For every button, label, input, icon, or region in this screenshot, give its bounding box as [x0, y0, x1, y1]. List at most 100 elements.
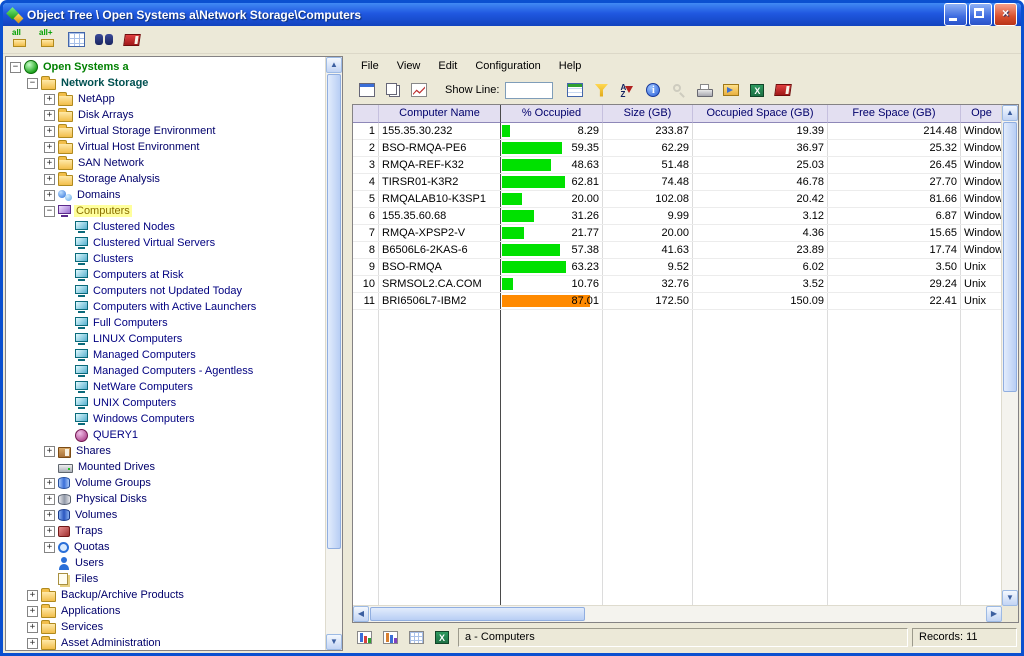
- table-row[interactable]: 9BSO-RMQA63.239.526.023.50Unix: [353, 259, 1002, 276]
- tree-item-services[interactable]: +Services: [6, 619, 326, 635]
- tree-item-windows-computers[interactable]: Windows Computers: [6, 411, 326, 427]
- expand-icon[interactable]: +: [27, 590, 38, 601]
- chart-view-2-button[interactable]: [378, 626, 402, 648]
- table-row[interactable]: 11BRI6506L7-IBM287.01172.50150.0922.41Un…: [353, 293, 1002, 310]
- table-row[interactable]: 8B6506L6-2KAS-657.3841.6323.8917.74Windo…: [353, 242, 1002, 259]
- table-hscroll-thumb[interactable]: [370, 607, 585, 621]
- tree-item-virtual-host-environment[interactable]: +Virtual Host Environment: [6, 139, 326, 155]
- row-number-header[interactable]: [353, 105, 379, 123]
- tree-item-backup-archive-products[interactable]: +Backup/Archive Products: [6, 587, 326, 603]
- tree-item-asset-administration[interactable]: +Asset Administration: [6, 635, 326, 650]
- table-horizontal-scrollbar[interactable]: ◀ ▶: [353, 605, 1002, 622]
- collapse-icon[interactable]: −: [44, 206, 55, 217]
- table-row[interactable]: 3RMQA-REF-K3248.6351.4825.0326.45Windows: [353, 157, 1002, 174]
- zoom-button[interactable]: [667, 79, 691, 101]
- tree-item-shares[interactable]: +Shares: [6, 443, 326, 459]
- table-view-button[interactable]: [64, 29, 88, 51]
- table-row[interactable]: 6155.35.60.6831.269.993.126.87Windows: [353, 208, 1002, 225]
- show-line-input[interactable]: [505, 82, 553, 99]
- maximize-button[interactable]: [969, 3, 992, 26]
- scroll-down-button[interactable]: ▼: [1002, 590, 1018, 606]
- tree-item-users[interactable]: Users: [6, 555, 326, 571]
- excel-view-button[interactable]: [430, 626, 454, 648]
- collapse-icon[interactable]: −: [27, 78, 38, 89]
- tree-item-linux-computers[interactable]: LINUX Computers: [6, 331, 326, 347]
- tree-item-volumes[interactable]: +Volumes: [6, 507, 326, 523]
- column-header-occupied[interactable]: % Occupied: [501, 105, 603, 123]
- tree-item-netware-computers[interactable]: NetWare Computers: [6, 379, 326, 395]
- tree-item-managed-computers[interactable]: Managed Computers: [6, 347, 326, 363]
- tree-item-mounted-drives[interactable]: Mounted Drives: [6, 459, 326, 475]
- excel-export-button[interactable]: [745, 79, 769, 101]
- tree-scroll-thumb[interactable]: [327, 74, 341, 549]
- chart-button[interactable]: [407, 79, 431, 101]
- tree-item-network-storage[interactable]: −Network Storage: [6, 75, 326, 91]
- print-button[interactable]: [693, 79, 717, 101]
- tree-item-clustered-nodes[interactable]: Clustered Nodes: [6, 219, 326, 235]
- tree-item-query1[interactable]: QUERY1: [6, 427, 326, 443]
- tree-item-unix-computers[interactable]: UNIX Computers: [6, 395, 326, 411]
- table-row[interactable]: 5RMQALAB10-K3SP120.00102.0820.4281.66Win…: [353, 191, 1002, 208]
- expand-icon[interactable]: +: [44, 478, 55, 489]
- tree-item-computers-at-risk[interactable]: Computers at Risk: [6, 267, 326, 283]
- menu-configuration[interactable]: Configuration: [466, 58, 549, 74]
- grid-report-button[interactable]: [563, 79, 587, 101]
- table-row[interactable]: 7RMQA-XPSP2-V21.7720.004.3615.65Windows: [353, 225, 1002, 242]
- table-scroll-thumb[interactable]: [1003, 122, 1017, 392]
- tree-item-storage-analysis[interactable]: +Storage Analysis: [6, 171, 326, 187]
- expand-icon[interactable]: +: [27, 606, 38, 617]
- expand-icon[interactable]: +: [44, 110, 55, 121]
- table-row[interactable]: 2BSO-RMQA-PE659.3562.2936.9725.32Windows: [353, 140, 1002, 157]
- filter-button[interactable]: [589, 79, 613, 101]
- sort-button[interactable]: [615, 79, 639, 101]
- expand-icon[interactable]: +: [44, 94, 55, 105]
- report-button[interactable]: [355, 79, 379, 101]
- tree-item-physical-disks[interactable]: +Physical Disks: [6, 491, 326, 507]
- column-header-size-gb[interactable]: Size (GB): [603, 105, 693, 123]
- expand-icon[interactable]: +: [44, 446, 55, 457]
- find-button[interactable]: [92, 29, 116, 51]
- tree-item-volume-groups[interactable]: +Volume Groups: [6, 475, 326, 491]
- close-button[interactable]: ×: [994, 3, 1017, 26]
- help-button[interactable]: [771, 79, 795, 101]
- show-all-button[interactable]: [8, 29, 32, 51]
- info-button[interactable]: [641, 79, 665, 101]
- expand-icon[interactable]: +: [44, 494, 55, 505]
- tree-item-computers-not-updated-today[interactable]: Computers not Updated Today: [6, 283, 326, 299]
- column-header-occupied-space-gb[interactable]: Occupied Space (GB): [693, 105, 828, 123]
- tree-item-full-computers[interactable]: Full Computers: [6, 315, 326, 331]
- expand-icon[interactable]: +: [44, 510, 55, 521]
- tree-item-open-systems-a[interactable]: −Open Systems a: [6, 59, 326, 75]
- expand-icon[interactable]: +: [44, 190, 55, 201]
- expand-icon[interactable]: +: [44, 174, 55, 185]
- scroll-left-button[interactable]: ◀: [353, 606, 369, 622]
- panel-splitter[interactable]: [346, 56, 349, 651]
- tree-item-computers[interactable]: −Computers: [6, 203, 326, 219]
- expand-icon[interactable]: +: [44, 126, 55, 137]
- tree-item-traps[interactable]: +Traps: [6, 523, 326, 539]
- column-header-ope[interactable]: Ope: [961, 105, 1002, 123]
- tree-item-quotas[interactable]: +Quotas: [6, 539, 326, 555]
- menu-help[interactable]: Help: [550, 58, 591, 74]
- column-header-free-space-gb[interactable]: Free Space (GB): [828, 105, 961, 123]
- export-button[interactable]: [719, 79, 743, 101]
- tree-item-managed-computers-agentless[interactable]: Managed Computers - Agentless: [6, 363, 326, 379]
- tree-scrollbar[interactable]: ▲ ▼: [325, 57, 342, 650]
- scroll-up-button[interactable]: ▲: [326, 57, 342, 73]
- grid-view-button[interactable]: [404, 626, 428, 648]
- expand-icon[interactable]: +: [27, 638, 38, 649]
- expand-icon[interactable]: +: [44, 158, 55, 169]
- tree-item-applications[interactable]: +Applications: [6, 603, 326, 619]
- menu-file[interactable]: File: [352, 58, 388, 74]
- tree-item-san-network[interactable]: +SAN Network: [6, 155, 326, 171]
- show-all-plus-button[interactable]: [36, 29, 60, 51]
- bookshelf-button[interactable]: [120, 29, 144, 51]
- expand-icon[interactable]: +: [27, 622, 38, 633]
- tree-item-files[interactable]: Files: [6, 571, 326, 587]
- scroll-up-button[interactable]: ▲: [1002, 105, 1018, 121]
- tree-item-virtual-storage-environment[interactable]: +Virtual Storage Environment: [6, 123, 326, 139]
- table-row[interactable]: 1155.35.30.2328.29233.8719.39214.48Windo…: [353, 123, 1002, 140]
- collapse-icon[interactable]: −: [10, 62, 21, 73]
- chart-view-button[interactable]: [352, 626, 376, 648]
- tree-item-domains[interactable]: +Domains: [6, 187, 326, 203]
